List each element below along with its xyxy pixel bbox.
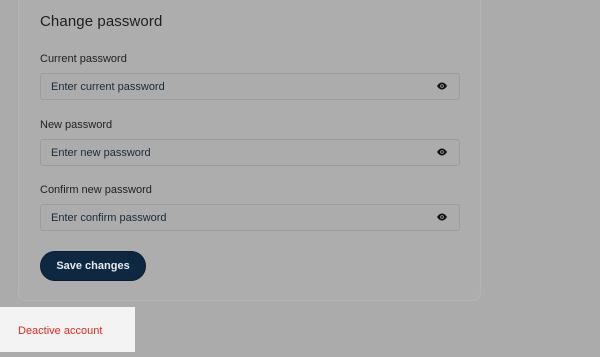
current-password-input[interactable] [41, 74, 421, 99]
eye-icon[interactable] [436, 212, 448, 222]
eye-icon[interactable] [436, 81, 448, 91]
deactivate-account-panel: Deactive account [0, 307, 135, 352]
save-changes-button[interactable]: Save changes [40, 251, 146, 281]
settings-page: Change password Current password New pas… [0, 0, 600, 357]
new-password-input[interactable] [41, 140, 421, 165]
card-title: Change password [40, 13, 163, 30]
current-password-field [40, 73, 460, 100]
eye-icon[interactable] [436, 147, 448, 157]
confirm-password-input[interactable] [41, 205, 421, 230]
confirm-password-field [40, 204, 460, 231]
current-password-label: Current password [40, 53, 127, 65]
confirm-password-label: Confirm new password [40, 184, 152, 196]
deactivate-account-link[interactable]: Deactive account [18, 325, 102, 337]
new-password-label: New password [40, 119, 113, 131]
new-password-field [40, 139, 460, 166]
